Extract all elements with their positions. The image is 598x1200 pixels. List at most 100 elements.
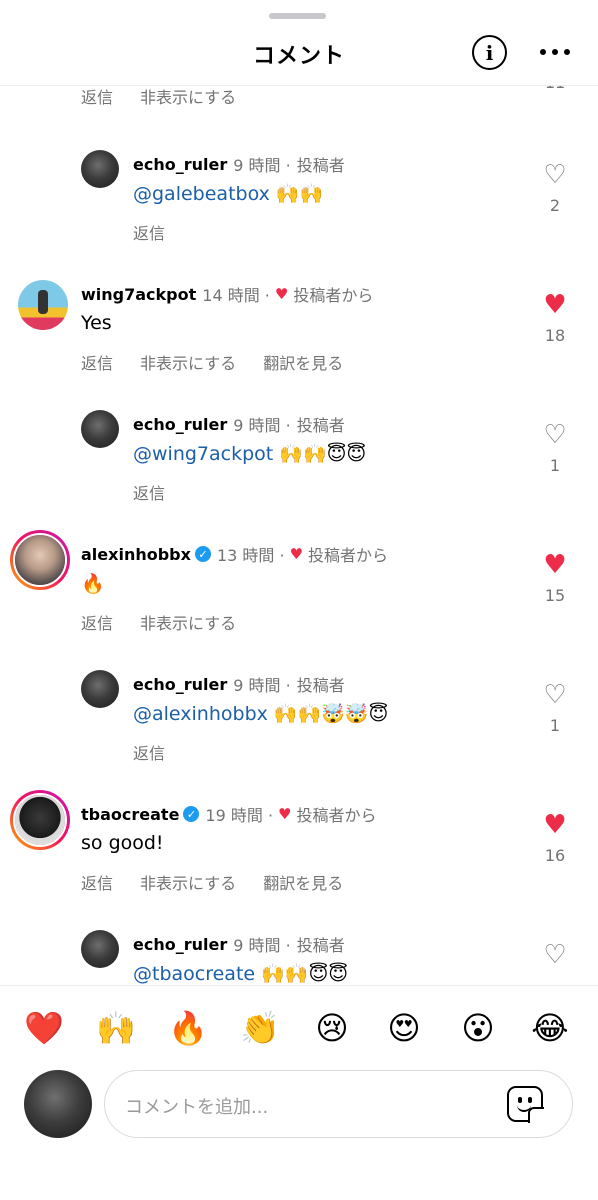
comment-text: @wing7ackpot 🙌🙌😇😇 bbox=[133, 442, 366, 465]
heart-filled-icon[interactable]: ♥ bbox=[540, 292, 570, 318]
comment-body: 🙌🙌😇😇 bbox=[273, 443, 367, 465]
avatar[interactable] bbox=[10, 790, 70, 850]
comment-input[interactable]: コメントを追加... bbox=[104, 1070, 573, 1138]
comment-actions: 返信 bbox=[133, 480, 165, 504]
creator-heart-icon: ♥ bbox=[278, 805, 292, 823]
creator-heart-icon: ♥ bbox=[289, 545, 304, 563]
avatar[interactable] bbox=[81, 410, 119, 448]
comment-actions: 返信 bbox=[133, 220, 165, 244]
reply-button[interactable]: 返信 bbox=[81, 610, 113, 634]
reply-button[interactable]: 返信 bbox=[133, 740, 165, 764]
avatar[interactable] bbox=[81, 930, 119, 968]
comment: wing7ackpot 14 時間 · ♥ 投稿者から Yes 返信 非表示にする 翻訳を見る… bbox=[0, 270, 598, 390]
laughing-emoji-button[interactable]: 😂 bbox=[528, 1006, 572, 1050]
mention-link[interactable]: @tbaocreate bbox=[133, 963, 255, 985]
like-button[interactable]: ♥ 18 bbox=[540, 292, 570, 345]
heart-filled-icon[interactable]: ♥ bbox=[540, 812, 570, 838]
username[interactable]: alexinhobbx bbox=[81, 545, 191, 564]
hide-button[interactable]: 非表示にする bbox=[140, 610, 236, 634]
avatar bbox=[24, 1070, 92, 1138]
reply-comment: echo_ruler 9 時間 · 投稿者 @wing7ackpot 🙌🙌😇😇 返信 ♡ 1 bbox=[0, 400, 598, 520]
comment-header: tbaocreate ✓ 19 時間 · ♥ 投稿者から bbox=[81, 802, 377, 826]
reply-button[interactable]: 返信 bbox=[81, 870, 113, 894]
comment-actions: 返信 非表示にする bbox=[81, 610, 236, 634]
info-icon[interactable]: i bbox=[472, 35, 507, 70]
comment-header: echo_ruler 9 時間 · 投稿者 bbox=[133, 152, 345, 176]
like-button[interactable]: ♥ 15 bbox=[540, 552, 570, 605]
comment-text: so good! bbox=[81, 832, 164, 854]
hide-button[interactable]: 非表示にする bbox=[140, 84, 236, 108]
timestamp: 9 時間 · bbox=[233, 416, 291, 435]
timestamp: 19 時間 · bbox=[205, 806, 274, 825]
avatar[interactable] bbox=[81, 150, 119, 188]
comment-header: echo_ruler 9 時間 · 投稿者 bbox=[133, 412, 345, 436]
username[interactable]: echo_ruler bbox=[133, 935, 227, 954]
more-icon[interactable] bbox=[540, 40, 570, 64]
comment-input-placeholder: コメントを追加... bbox=[125, 1097, 269, 1118]
mention-link[interactable]: @wing7ackpot bbox=[133, 443, 273, 465]
comment: tbaocreate ✓ 19 時間 · ♥ 投稿者から so good! 返信 非表示にする… bbox=[0, 790, 598, 910]
like-button[interactable]: ♥ 16 bbox=[540, 812, 570, 865]
heart-outline-icon[interactable]: ♡ bbox=[540, 682, 570, 708]
heart-outline-icon[interactable]: ♡ bbox=[540, 942, 570, 968]
timestamp: 13 時間 · bbox=[216, 546, 285, 565]
comment-actions: 返信 bbox=[133, 740, 165, 764]
timestamp: 9 時間 · bbox=[233, 676, 291, 695]
reply-button[interactable]: 返信 bbox=[133, 480, 165, 504]
username[interactable]: tbaocreate bbox=[81, 805, 179, 824]
heart-emoji-button[interactable]: ❤️ bbox=[22, 1006, 66, 1050]
heart-outline-icon[interactable]: ♡ bbox=[540, 422, 570, 448]
sticker-icon[interactable] bbox=[507, 1086, 544, 1123]
page-title: コメント bbox=[252, 44, 345, 69]
comment-actions: 返信 非表示にする 翻訳を見る bbox=[81, 870, 343, 894]
reply-button[interactable]: 返信 bbox=[133, 220, 165, 244]
like-button[interactable]: ♡ bbox=[540, 942, 570, 968]
mention-link[interactable]: @alexinhobbx bbox=[133, 703, 268, 725]
crying-emoji-button[interactable]: 😢 bbox=[310, 1006, 354, 1050]
like-count: 15 bbox=[544, 586, 566, 605]
username[interactable]: echo_ruler bbox=[133, 415, 227, 434]
username[interactable]: echo_ruler bbox=[133, 155, 227, 174]
username[interactable]: wing7ackpot bbox=[81, 285, 196, 304]
verified-badge-icon: ✓ bbox=[183, 806, 200, 822]
fire-emoji-button[interactable]: 🔥 bbox=[166, 1006, 210, 1050]
timestamp: 9 時間 · bbox=[233, 156, 291, 175]
header: コメント i bbox=[0, 0, 598, 86]
comment-header: echo_ruler 9 時間 · 投稿者 bbox=[133, 672, 345, 696]
quick-emoji-bar: ❤️ 🙌 🔥 👏 😢 😍 😮 😂 bbox=[0, 985, 598, 1065]
like-button[interactable]: ♡ 1 bbox=[540, 422, 570, 475]
reply-button[interactable]: 返信 bbox=[81, 350, 113, 374]
sheet-grabber[interactable] bbox=[269, 13, 326, 19]
author-badge: 投稿者から bbox=[296, 806, 377, 825]
hide-button[interactable]: 非表示にする bbox=[140, 350, 236, 374]
avatar[interactable] bbox=[18, 280, 68, 330]
comment-body: Yes bbox=[81, 312, 112, 334]
surprised-emoji-button[interactable]: 😮 bbox=[456, 1006, 500, 1050]
like-count: 1 bbox=[549, 716, 561, 735]
verified-badge-icon: ✓ bbox=[194, 546, 211, 562]
author-badge: 投稿者 bbox=[296, 156, 345, 175]
comment: alexinhobbx ✓ 13 時間 · ♥ 投稿者から 🔥 返信 非表示にする ♥ 15 bbox=[0, 530, 598, 650]
avatar[interactable] bbox=[81, 670, 119, 708]
translate-button[interactable]: 翻訳を見る bbox=[263, 350, 343, 374]
like-button[interactable]: ♡ 2 bbox=[540, 162, 570, 215]
like-count: 2 bbox=[549, 196, 561, 215]
timestamp: 14 時間 · bbox=[202, 286, 270, 305]
author-badge: 投稿者 bbox=[296, 416, 345, 435]
like-count: 16 bbox=[544, 846, 566, 865]
comment-composer: コメントを追加... bbox=[0, 1065, 598, 1200]
heart-filled-icon[interactable]: ♥ bbox=[540, 552, 570, 578]
comment-body: 🙌🙌😇😇 bbox=[255, 963, 349, 985]
username[interactable]: echo_ruler bbox=[133, 675, 227, 694]
like-button[interactable]: ♡ 1 bbox=[540, 682, 570, 735]
reply-button[interactable]: 返信 bbox=[81, 84, 113, 108]
heart-eyes-emoji-button[interactable]: 😍 bbox=[382, 1006, 426, 1050]
hide-button[interactable]: 非表示にする bbox=[140, 870, 236, 894]
clap-emoji-button[interactable]: 👏 bbox=[238, 1006, 282, 1050]
heart-outline-icon[interactable]: ♡ bbox=[540, 162, 570, 188]
mention-link[interactable]: @galebeatbox bbox=[133, 183, 270, 205]
translate-button[interactable]: 翻訳を見る bbox=[263, 870, 343, 894]
raised-hands-emoji-button[interactable]: 🙌 bbox=[94, 1006, 138, 1050]
comment-header: wing7ackpot 14 時間 · ♥ 投稿者から bbox=[81, 282, 373, 306]
avatar[interactable] bbox=[10, 530, 70, 590]
